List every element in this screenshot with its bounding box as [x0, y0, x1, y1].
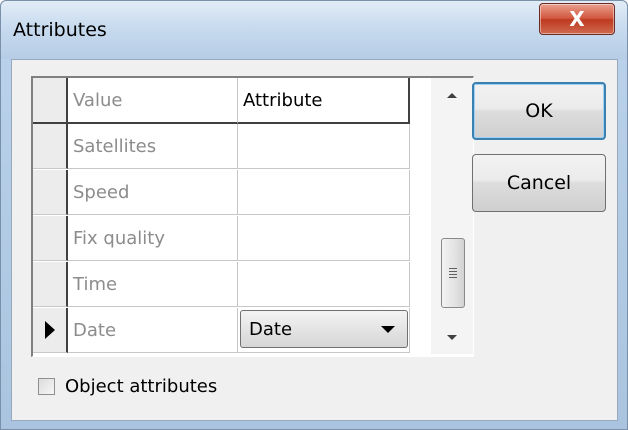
attribute-cell: Date [238, 308, 410, 353]
row-selector[interactable] [33, 124, 68, 169]
grid-header-row: Value Attribute [33, 78, 431, 124]
attributes-grid: Value Attribute Satellites Speed Fix qua… [31, 76, 474, 357]
column-header-value[interactable]: Value [68, 78, 238, 124]
close-button[interactable]: X [539, 3, 615, 35]
corner-header [33, 78, 68, 124]
grip-line [449, 268, 457, 269]
value-cell[interactable]: Satellites [68, 124, 238, 169]
current-row-arrow-icon [45, 321, 55, 339]
row-selector[interactable] [33, 262, 68, 307]
ok-button[interactable]: OK [472, 82, 606, 140]
scroll-up-button[interactable] [431, 78, 473, 112]
attribute-cell[interactable] [238, 124, 410, 169]
dialog-title: Attributes [13, 19, 107, 41]
table-row[interactable]: Fix quality [33, 216, 431, 262]
object-attributes-label[interactable]: Object attributes [65, 376, 217, 397]
grid-body: Value Attribute Satellites Speed Fix qua… [33, 78, 431, 354]
attribute-cell[interactable] [238, 170, 410, 215]
table-row[interactable]: Speed [33, 170, 431, 216]
value-cell[interactable]: Time [68, 262, 238, 307]
attributes-dialog: Attributes X Value Attribute Satellites [0, 0, 628, 430]
arrow-down-icon [447, 334, 457, 340]
title-bar[interactable]: Attributes X [1, 1, 627, 59]
value-cell[interactable]: Fix quality [68, 216, 238, 261]
attribute-dropdown-value: Date [249, 318, 293, 340]
dialog-content: Value Attribute Satellites Speed Fix qua… [11, 59, 618, 421]
table-row-current[interactable]: Date Date [33, 308, 431, 354]
row-selector[interactable] [33, 308, 68, 353]
value-cell[interactable]: Speed [68, 170, 238, 215]
grip-line [449, 271, 457, 272]
table-row[interactable]: Time [33, 262, 431, 308]
column-header-attribute[interactable]: Attribute [238, 78, 410, 124]
grip-line [449, 274, 457, 275]
arrow-up-icon [447, 92, 457, 98]
cancel-button[interactable]: Cancel [472, 154, 606, 212]
object-attributes-checkbox[interactable] [38, 377, 55, 395]
scrollbar-thumb[interactable] [441, 238, 465, 308]
attribute-cell[interactable] [238, 262, 410, 307]
grip-line [449, 277, 457, 278]
chevron-down-icon [381, 326, 395, 333]
scroll-down-button[interactable] [431, 320, 473, 354]
object-attributes-option[interactable]: Object attributes [38, 375, 217, 397]
row-selector[interactable] [33, 216, 68, 261]
value-cell[interactable]: Date [68, 308, 238, 353]
attribute-dropdown[interactable]: Date [240, 310, 408, 348]
row-selector[interactable] [33, 170, 68, 215]
table-row[interactable]: Satellites [33, 124, 431, 170]
attribute-cell[interactable] [238, 216, 410, 261]
close-icon: X [569, 7, 585, 31]
vertical-scrollbar[interactable] [431, 78, 473, 354]
